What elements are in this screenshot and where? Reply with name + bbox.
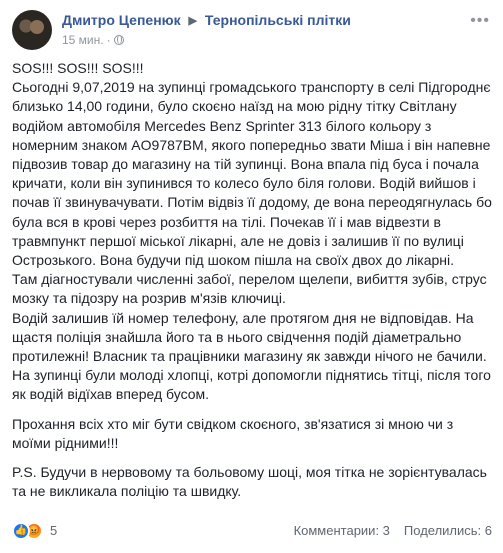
arrow-right-icon: ▶: [188, 15, 197, 27]
post-body: SOS!!! SOS!!! SOS!!! Сьогодні 9,07,2019 …: [12, 59, 494, 501]
post-paragraph: Водій залишив їй номер телефону, але про…: [12, 309, 487, 365]
post-header: Дмитро Цепенюк ▶ Тернопільські плітки 15…: [12, 8, 492, 52]
author-avatar[interactable]: [12, 10, 52, 50]
meta-separator: ·: [106, 33, 111, 47]
like-icon[interactable]: 👍: [12, 522, 30, 540]
post-footer: 👍 😡 5 Комментарии: 3 Поделились: 6: [12, 522, 492, 542]
reactions-count[interactable]: 5: [50, 523, 57, 538]
more-icon[interactable]: •••: [470, 12, 490, 30]
post-stats: Комментарии: 3 Поделились: 6: [294, 523, 492, 538]
post-paragraph: SOS!!! SOS!!! SOS!!!: [12, 60, 144, 76]
post-time[interactable]: 15 мин.: [62, 33, 104, 47]
globe-icon[interactable]: [113, 35, 124, 45]
post-paragraph: Там діагностували численні забої, перело…: [12, 271, 487, 307]
post-paragraph: P.S. Будучи в нервовому та больовому шоц…: [12, 464, 487, 500]
post-paragraph: Сьогодні 9,07,2019 на зупинці громадсько…: [12, 79, 492, 269]
post-paragraph: На зупинці були молоді хлопці, котрі доп…: [12, 367, 491, 403]
post-title-line: Дмитро Цепенюк ▶ Тернопільські плітки: [62, 12, 351, 28]
group-name[interactable]: Тернопільські плітки: [205, 12, 351, 28]
post-meta: 15 мин. ·: [62, 33, 124, 47]
shares-count[interactable]: Поделились: 6: [404, 523, 492, 538]
comments-count[interactable]: Комментарии: 3: [294, 523, 390, 538]
author-name[interactable]: Дмитро Цепенюк: [62, 12, 181, 28]
post-card: Дмитро Цепенюк ▶ Тернопільські плітки 15…: [0, 0, 503, 553]
post-paragraph: Прохання всіх хто міг бути свідком скоєн…: [12, 415, 454, 451]
